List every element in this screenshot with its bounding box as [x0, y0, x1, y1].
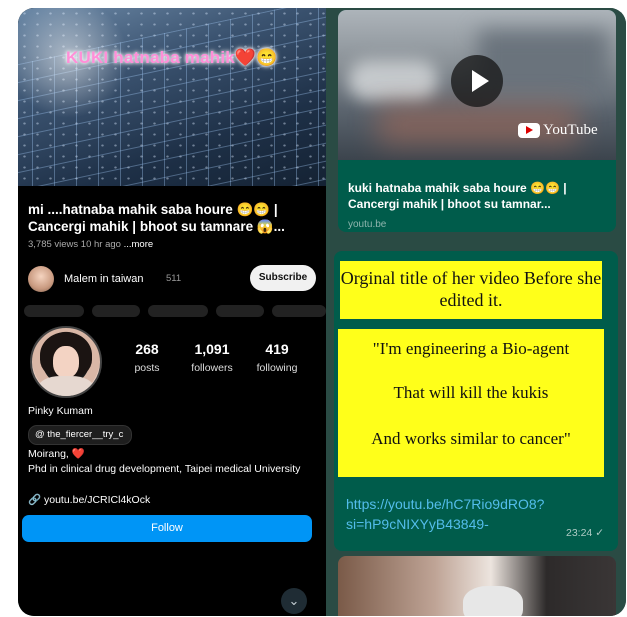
youtube-wordmark: YouTube [543, 122, 598, 138]
screenshot-collage: KUKI hatnaba mahik❤️😁 mi ....hatnaba mah… [18, 8, 626, 616]
threads-badge[interactable]: @ the_fiercer__try_c [28, 425, 133, 445]
caption-card-quote: "I'm engineering a Bio-agent That will k… [338, 329, 604, 477]
followers-stat[interactable]: 1,091 followers [177, 341, 247, 374]
video-meta: 3,785 views 10 hr ago ...more [28, 239, 153, 250]
profile-link[interactable]: youtu.be/JCRICl4kOck [44, 494, 150, 506]
thumbnail-text: KUKI hatnaba mahik❤️😁 [66, 48, 278, 67]
followers-label: followers [191, 362, 233, 374]
action-chip[interactable] [148, 305, 208, 317]
link-icon: 🔗 [28, 494, 42, 506]
posts-stat[interactable]: 268 posts [112, 341, 182, 374]
profile-location: Moirang, ❤️ [28, 448, 85, 460]
action-chip[interactable] [272, 305, 326, 317]
profile-face [53, 346, 79, 378]
threads-handle: the_fiercer__try_c [47, 429, 124, 440]
message-timestamp: 23:24 ✓ [566, 527, 604, 539]
quote-line: That will kill the kukis [393, 383, 549, 402]
following-count: 419 [265, 341, 289, 357]
posts-label: posts [134, 362, 160, 374]
youtube-play-icon [518, 123, 540, 138]
double-chevron-down-icon[interactable]: ⌄ [281, 588, 307, 614]
video-title[interactable]: mi ....hatnaba mahik saba houre 😁😁 | Can… [28, 201, 320, 235]
views-and-age: 3,785 views 10 hr ago [28, 239, 121, 250]
quote-line: And works similar to cancer" [371, 429, 571, 448]
profile-body [38, 376, 94, 396]
posts-count: 268 [135, 341, 159, 357]
link-preview-bubble[interactable]: YouTube kuki hatnaba mahik saba houre 😁😁… [338, 10, 616, 232]
profile-picture[interactable] [30, 326, 102, 398]
quote-line: "I'm engineering a Bio-agent [372, 339, 570, 358]
subscribe-button[interactable]: Subscribe [250, 265, 316, 291]
channel-subscriber-count: 511 [166, 273, 182, 284]
blur-shape [348, 60, 438, 100]
youtube-logo: YouTube [518, 122, 598, 139]
left-panel: KUKI hatnaba mahik❤️😁 mi ....hatnaba mah… [18, 8, 326, 616]
right-panel-chat: YouTube kuki hatnaba mahik saba houre 😁😁… [334, 8, 626, 616]
link-preview-title[interactable]: kuki hatnaba mahik saba houre 😁😁 | Cance… [348, 180, 610, 212]
channel-name[interactable]: Malem in taiwan [64, 273, 143, 285]
action-chip[interactable] [92, 305, 140, 317]
threads-icon: @ [35, 429, 45, 440]
profile-link-row[interactable]: 🔗 youtu.be/JCRICl4kOck [28, 494, 150, 507]
profile-name: Pinky Kumam [28, 405, 93, 417]
followers-count: 1,091 [194, 341, 230, 357]
link-preview-domain: youtu.be [348, 219, 387, 230]
caption-card-title: Orginal title of her video Before she ed… [340, 261, 602, 319]
action-chip[interactable] [216, 305, 264, 317]
action-chip[interactable] [24, 305, 84, 317]
image-message-preview[interactable] [338, 556, 616, 616]
message-bubble[interactable]: Orginal title of her video Before she ed… [334, 251, 618, 551]
following-stat[interactable]: 419 following [242, 341, 312, 374]
follow-button[interactable]: Follow [22, 515, 312, 542]
action-chips-row [18, 305, 326, 317]
more-link[interactable]: ...more [124, 239, 154, 250]
play-icon[interactable] [451, 55, 503, 107]
profile-bio: Phd in clinical drug development, Taipei… [28, 463, 301, 475]
video-thumbnail[interactable]: KUKI hatnaba mahik❤️😁 [18, 8, 326, 186]
channel-avatar[interactable] [28, 266, 54, 292]
following-label: following [256, 362, 298, 374]
image-subject [463, 586, 523, 616]
youtube-preview-thumbnail[interactable]: YouTube [338, 10, 616, 160]
